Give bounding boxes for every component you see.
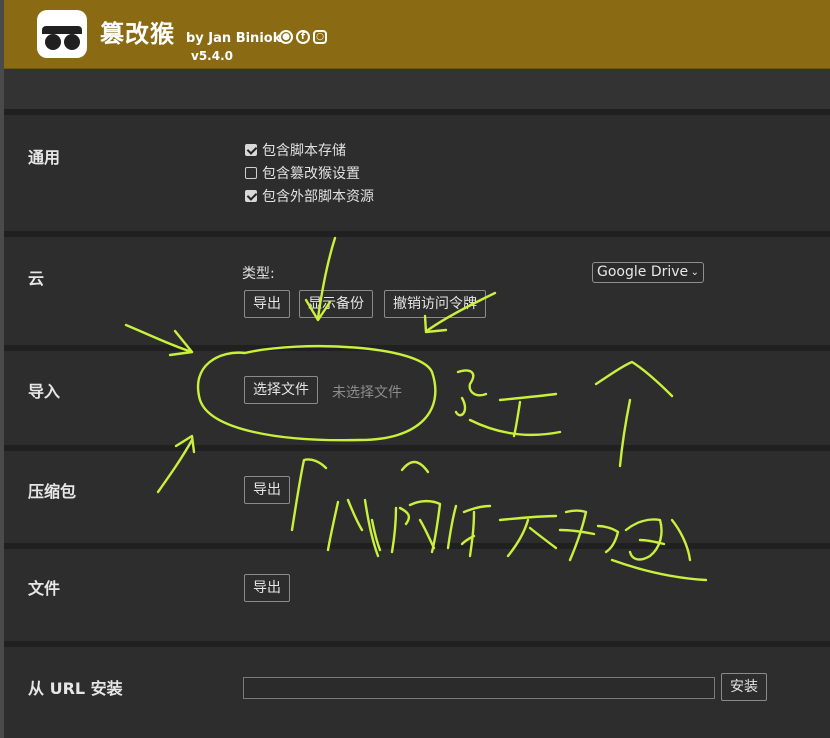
tampermonkey-utilities-page: 篡改猴 by Jan Biniok ● f ○ v5.4.0 通用 包含脚本存储… <box>0 0 830 738</box>
handwritten-annotation <box>124 236 708 582</box>
